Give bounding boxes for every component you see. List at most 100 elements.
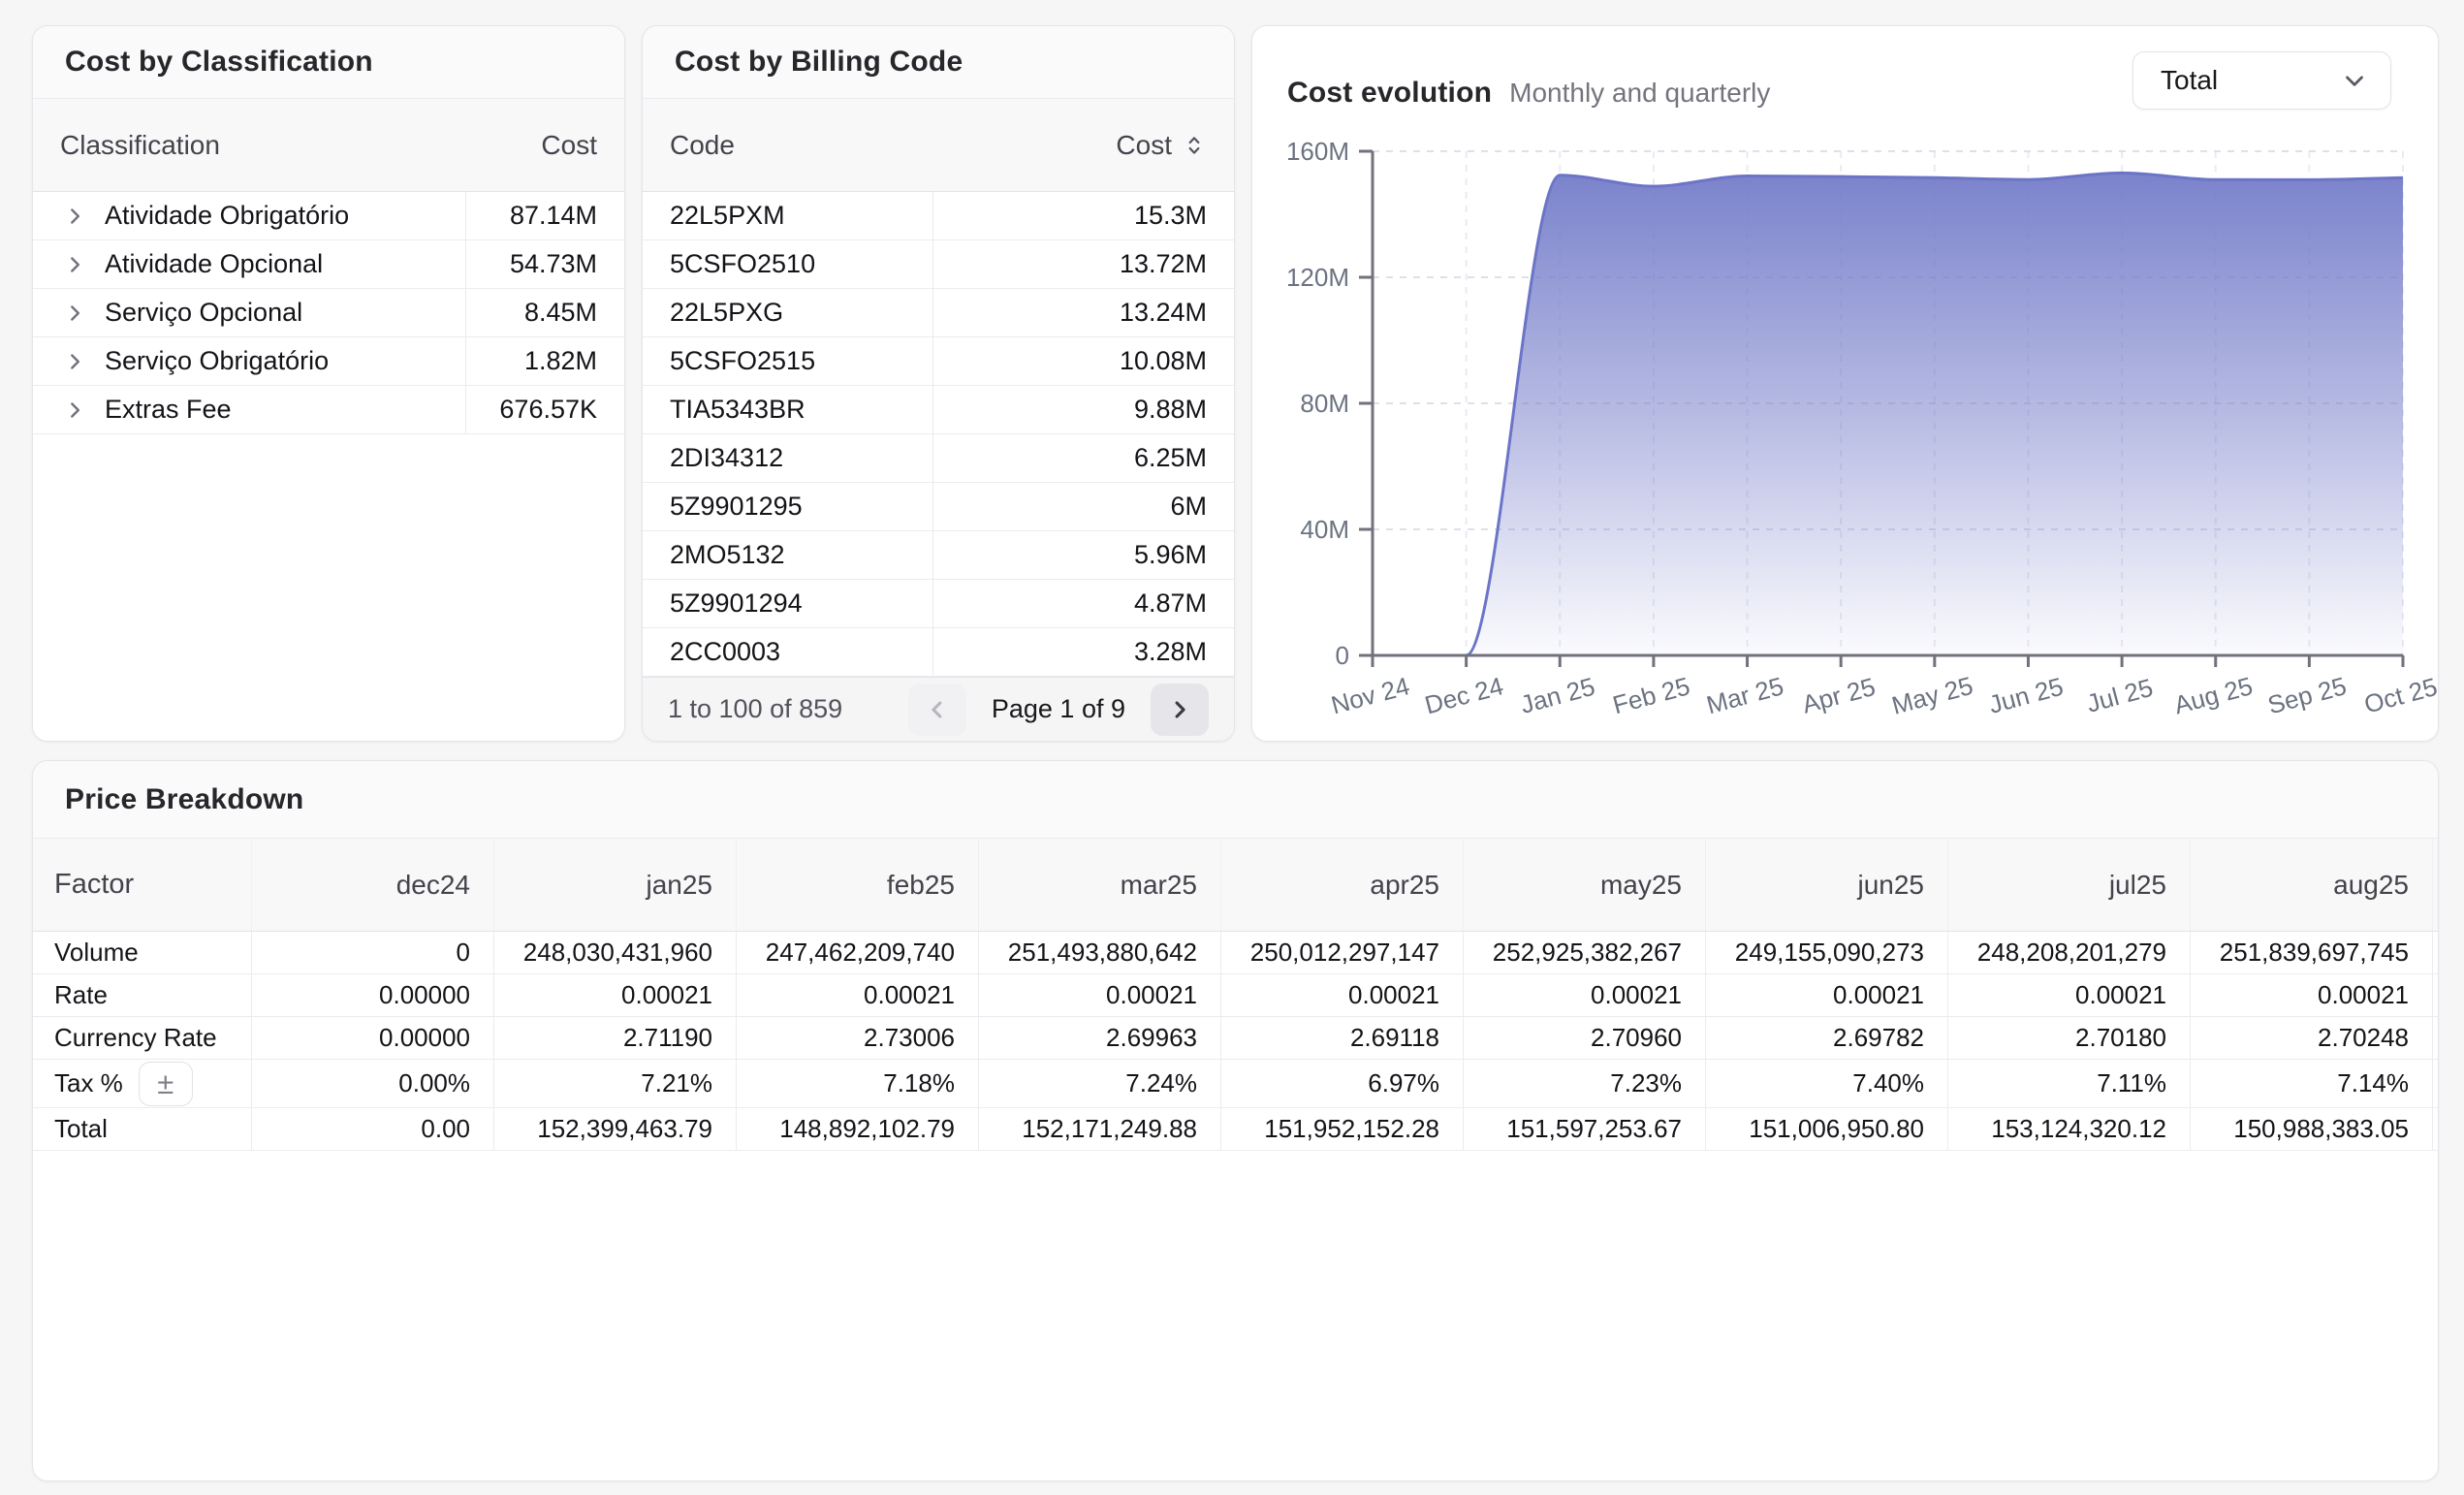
price-value-cell: 2.73006 [736,1017,978,1059]
cost-evolution-panel: Cost evolution Monthly and quarterly Tot… [1251,25,2439,742]
price-value-cell: 150,988,383.05 [2190,1108,2432,1150]
price-row: Tax %±0.00%7.21%7.18%7.24%6.97%7.23%7.40… [33,1060,2438,1108]
billing-cost-value: 6.25M [933,434,1234,482]
month-col-header: jan25 [493,839,736,931]
billing-cost-value: 4.87M [933,580,1234,627]
x-axis-tick-label: Apr 25 [1799,672,1879,719]
classification-label: Serviço Opcional [105,298,302,328]
billing-row[interactable]: 2MO51325.96M [643,531,1234,580]
chart-subtitle: Monthly and quarterly [1509,78,1770,109]
billing-panel-header: Cost by Billing Code [643,26,1234,99]
billing-row[interactable]: 22L5PXG13.24M [643,289,1234,337]
classification-row[interactable]: Serviço Obrigatório1.82M [33,337,624,386]
chevron-right-icon[interactable] [62,204,87,229]
x-axis-tick-label: Aug 25 [2171,671,2256,719]
classification-label: Extras Fee [105,395,232,425]
cost-evolution-area-chart[interactable]: 040M80M120M160MNov 24Dec 24Jan 25Feb 25M… [1252,26,2438,741]
pagination-prev-button[interactable] [908,684,966,736]
chevron-right-icon[interactable] [62,252,87,277]
month-col-header: dec24 [251,839,493,931]
price-value-cell: 0.00021 [736,974,978,1016]
price-row: Currency Rate0.000002.711902.730062.6996… [33,1017,2438,1060]
classification-name-cell: Atividade Obrigatório [33,192,466,239]
pagination-next-button[interactable] [1151,684,1209,736]
y-axis-tick-label: 80M [1300,389,1349,418]
chevron-right-icon[interactable] [62,349,87,374]
factor-name: Tax % [54,1068,123,1098]
price-factor-label: Total [33,1108,251,1150]
price-value-cell: 7.18% [736,1060,978,1107]
billing-row[interactable]: 2DI343126.25M [643,434,1234,483]
classification-name-cell: Atividade Opcional [33,240,466,288]
price-panel-title: Price Breakdown [65,783,303,816]
month-col-header: may25 [1463,839,1705,931]
chevron-right-icon[interactable] [62,398,87,423]
header-spacer-cell [2432,839,2439,931]
classification-row[interactable]: Atividade Opcional54.73M [33,240,624,289]
series-select-value: Total [2161,65,2218,96]
classification-table-body: Atividade Obrigatório87.14MAtividade Opc… [33,192,624,741]
price-value-cell: 0.00000 [251,974,493,1016]
billing-cost-sort-header[interactable]: Cost [1116,130,1207,161]
classification-cost-value: 87.14M [466,192,624,239]
sort-icon [1182,133,1207,158]
price-value-cell: 0 [251,932,493,973]
billing-row[interactable]: 5CSFO251510.08M [643,337,1234,386]
classification-row[interactable]: Extras Fee676.57K [33,386,624,434]
billing-code-cell: TIA5343BR [643,386,933,433]
billing-cost-value: 15.3M [933,192,1234,239]
classification-panel-title: Cost by Classification [65,46,373,79]
price-value-cell: 247,462,209,740 [736,932,978,973]
price-value-cell: 0.00% [251,1060,493,1107]
y-axis-tick-label: 120M [1286,263,1349,292]
classification-cost-value: 1.82M [466,337,624,385]
month-col-header: jun25 [1705,839,1947,931]
price-value-cell: 251,839,697,745 [2190,932,2432,973]
factor-name: Currency Rate [54,1023,217,1053]
billing-row[interactable]: 22L5PXM15.3M [643,192,1234,240]
y-axis-tick-label: 40M [1300,515,1349,544]
billing-cost-value: 6M [933,483,1234,530]
price-value-cell: 2.69118 [1220,1017,1463,1059]
billing-code-cell: 2MO5132 [643,531,933,579]
price-value-cell: 248,030,431,960 [493,932,736,973]
row-spacer-cell [2432,1108,2439,1150]
price-factor-label: Tax % ± [33,1060,251,1107]
billing-cost-value: 9.88M [933,386,1234,433]
billing-code-cell: 22L5PXM [643,192,933,239]
classification-name-cell: Extras Fee [33,386,466,433]
month-col-header: mar25 [978,839,1220,931]
billing-panel-title: Cost by Billing Code [675,46,963,79]
price-breakdown-panel: Price Breakdown Factor dec24jan25feb25ma… [32,760,2439,1481]
billing-cost-value: 3.28M [933,628,1234,676]
classification-row[interactable]: Serviço Opcional8.45M [33,289,624,337]
price-value-cell: 152,171,249.88 [978,1108,1220,1150]
classification-panel-header: Cost by Classification [33,26,624,99]
chevron-left-icon [924,696,951,723]
classification-row[interactable]: Atividade Obrigatório87.14M [33,192,624,240]
tax-stepper-button[interactable]: ± [139,1062,193,1106]
x-axis-tick-label: Nov 24 [1328,671,1412,719]
x-axis-tick-label: Feb 25 [1610,671,1693,719]
billing-row[interactable]: 5Z99012956M [643,483,1234,531]
billing-code-cell: 5CSFO2515 [643,337,933,385]
price-value-cell: 2.69963 [978,1017,1220,1059]
price-value-cell: 0.00000 [251,1017,493,1059]
month-col-header: feb25 [736,839,978,931]
billing-row[interactable]: 5Z99012944.87M [643,580,1234,628]
billing-code-cell: 22L5PXG [643,289,933,336]
billing-row[interactable]: TIA5343BR9.88M [643,386,1234,434]
y-axis-tick-label: 160M [1286,137,1349,166]
price-value-cell: 2.70180 [1947,1017,2190,1059]
chevron-right-icon[interactable] [62,301,87,326]
price-value-cell: 0.00021 [2190,974,2432,1016]
factor-col-header: Factor [33,839,251,931]
billing-row[interactable]: 2CC00033.28M [643,628,1234,677]
series-select-dropdown[interactable]: Total [2132,51,2391,110]
row-spacer-cell [2432,1017,2439,1059]
month-col-header: jul25 [1947,839,2190,931]
billing-row[interactable]: 5CSFO251013.72M [643,240,1234,289]
price-value-cell: 151,597,253.67 [1463,1108,1705,1150]
price-value-cell: 2.70960 [1463,1017,1705,1059]
price-factor-label: Volume [33,932,251,973]
